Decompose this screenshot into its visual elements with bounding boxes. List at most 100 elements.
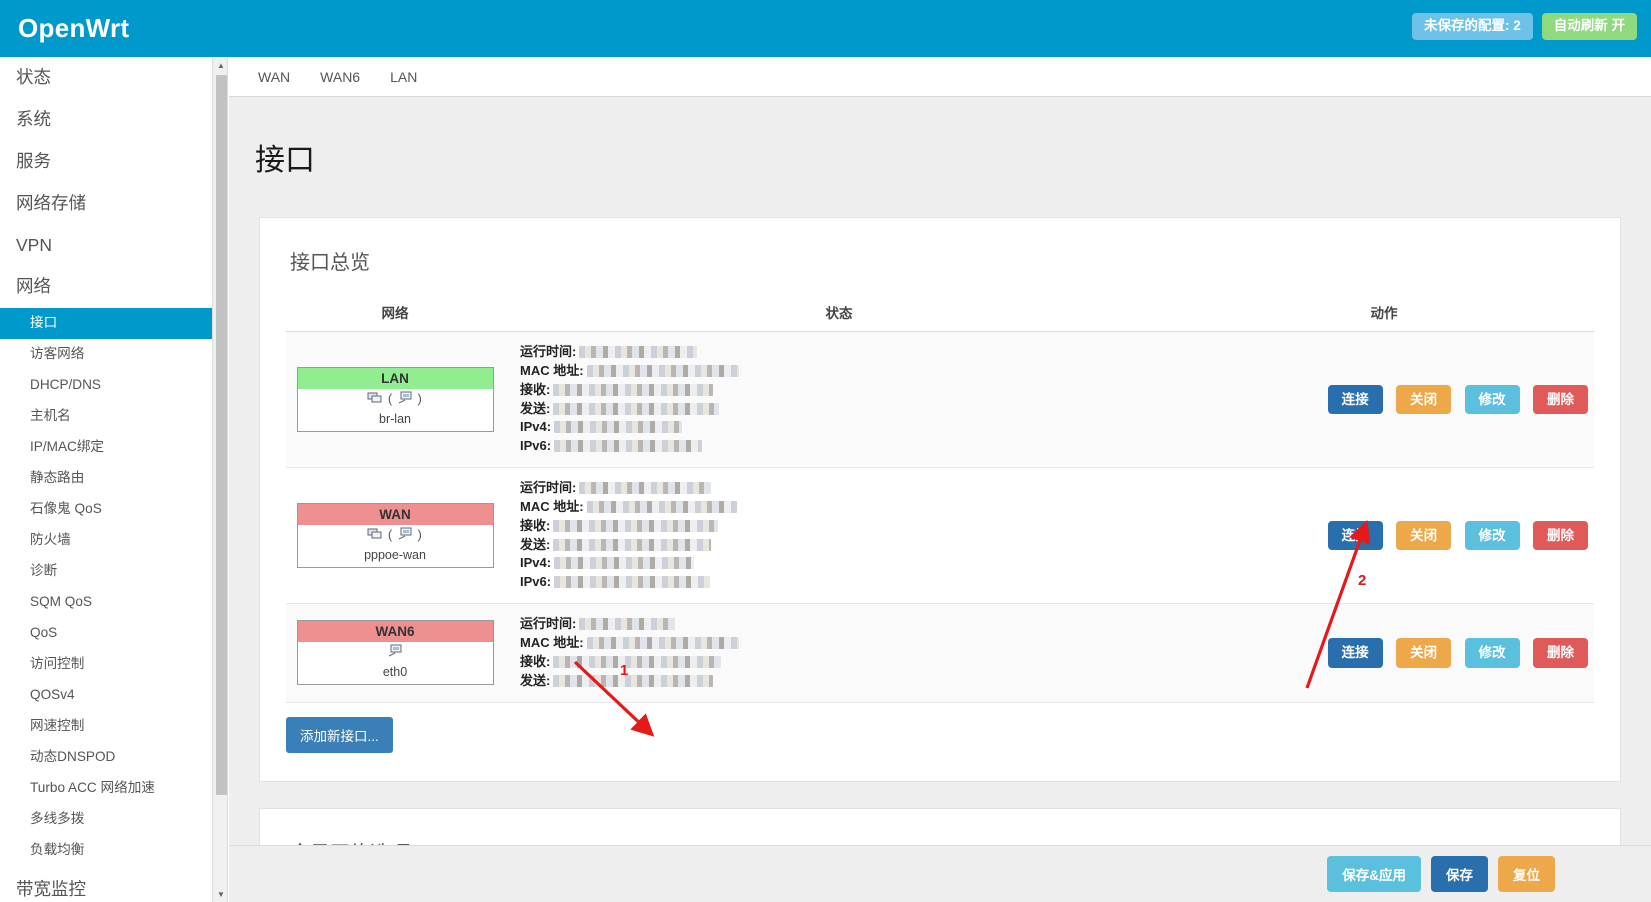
status-list-lan: 运行时间: MAC 地址: 接收: 发送: IPv4: IPv6: — [510, 343, 1168, 456]
sidebar-item-network[interactable]: 网络 — [0, 266, 212, 308]
status-cell-wan6: 运行时间: MAC 地址: 接收: 发送: — [504, 603, 1174, 703]
interface-name-lan: LAN — [297, 368, 493, 390]
add-interface-button[interactable]: 添加新接口... — [286, 716, 393, 753]
status-label-tx: 发送: — [520, 672, 551, 688]
save-and-apply-button[interactable]: 保存&应用 — [1327, 856, 1421, 892]
actions-cell-wan: 连接 关闭 修改 删除 — [1174, 467, 1594, 605]
tab-lan[interactable]: LAN — [377, 62, 430, 92]
status-label-ipv4: IPv4: — [520, 555, 552, 571]
redacted-value — [554, 576, 711, 589]
redacted-value — [553, 383, 714, 396]
page-scrollbar[interactable]: ▲ ▼ — [212, 57, 228, 902]
annotation-number-1: 1 — [620, 662, 629, 679]
sidebar-item-firewall[interactable]: 防火墙 — [0, 525, 212, 556]
redacted-value — [579, 482, 712, 495]
page-title: 接口 — [255, 144, 315, 177]
status-label-rx: 接收: — [520, 381, 551, 397]
brand-logo[interactable]: OpenWrt — [18, 13, 129, 44]
unsaved-changes-button[interactable]: 未保存的配置: 2 — [1411, 13, 1533, 40]
status-list-wan: 运行时间: MAC 地址: 接收: 发送: IPv4: IPv6: — [510, 479, 1168, 592]
sidebar-item-services[interactable]: 服务 — [0, 141, 212, 183]
interface-device-wan: pppoe-wan — [364, 548, 426, 563]
table-row: LAN () br-lan 运行时间: MAC 地址: 接收: 发送: IPv… — [286, 331, 1594, 469]
sidebar-item-dnspod[interactable]: 动态DNSPOD — [0, 742, 212, 773]
status-label-rx: 接收: — [520, 517, 551, 533]
interface-device-wan6: eth0 — [382, 665, 408, 680]
sidebar-item-turbo-acc[interactable]: Turbo ACC 网络加速 — [0, 773, 212, 804]
stop-button[interactable]: 关闭 — [1396, 638, 1452, 668]
tab-wan[interactable]: WAN — [245, 62, 303, 92]
sidebar-item-speed-control[interactable]: 网速控制 — [0, 711, 212, 742]
interface-box-lan: LAN () br-lan — [296, 367, 494, 433]
scroll-down-arrow[interactable]: ▼ — [213, 886, 229, 902]
status-cell-lan: 运行时间: MAC 地址: 接收: 发送: IPv4: IPv6: — [504, 331, 1174, 469]
delete-button[interactable]: 删除 — [1533, 638, 1588, 668]
status-list-wan6: 运行时间: MAC 地址: 接收: 发送: — [510, 615, 1168, 690]
sidebar-item-multiwan-dial[interactable]: 多线多拨 — [0, 804, 212, 835]
sidebar-item-bandwidth-monitor[interactable]: 带宽监控 — [0, 866, 212, 902]
ethernet-icon — [398, 527, 413, 544]
sidebar-item-dhcp-dns[interactable]: DHCP/DNS — [0, 370, 212, 401]
sidebar-item-qos[interactable]: QoS — [0, 618, 212, 649]
sidebar-item-vpn[interactable]: VPN — [0, 225, 212, 267]
sidebar-item-system[interactable]: 系统 — [0, 99, 212, 141]
sidebar-item-sqm-qos[interactable]: SQM QoS — [0, 587, 212, 618]
icon-separator-open: ( — [387, 527, 394, 543]
connect-button[interactable]: 连接 — [1327, 384, 1383, 415]
status-label-ipv4: IPv4: — [520, 419, 552, 435]
interface-overview-panel: 接口总览 网络 状态 动作 LAN () br-lan 运行时间: MAC 地… — [259, 217, 1621, 782]
redacted-value — [553, 402, 720, 415]
main-content: WAN WAN6 LAN 接口 接口总览 网络 状态 动作 LAN () br… — [229, 57, 1651, 902]
interface-box-wan: WAN () pppoe-wan — [296, 503, 494, 569]
sidebar-nav: 状态 系统 服务 网络存储 VPN 网络 接口 访客网络 DHCP/DNS 主机… — [0, 57, 212, 902]
redacted-value — [586, 500, 737, 513]
interface-device-lan: br-lan — [379, 412, 411, 427]
sidebar-item-diagnostics[interactable]: 诊断 — [0, 556, 212, 587]
sidebar-item-interfaces[interactable]: 接口 — [0, 308, 212, 340]
app-header: OpenWrt 未保存的配置: 2 自动刷新 开 — [0, 0, 1651, 57]
status-label-uptime: 运行时间: — [520, 616, 577, 632]
reset-button[interactable]: 复位 — [1498, 856, 1555, 892]
sidebar-item-status[interactable]: 状态 — [0, 57, 212, 99]
delete-button[interactable]: 删除 — [1533, 520, 1588, 551]
scroll-up-arrow[interactable]: ▲ — [213, 57, 229, 73]
sidebar-item-gargoyle-qos[interactable]: 石像鬼 QoS — [0, 494, 212, 525]
edit-button[interactable]: 修改 — [1464, 638, 1520, 668]
icon-separator-close: ) — [417, 391, 423, 407]
save-button[interactable]: 保存 — [1431, 856, 1488, 892]
connect-button[interactable]: 连接 — [1327, 638, 1383, 668]
annotation-number-2: 2 — [1358, 572, 1367, 589]
auto-refresh-toggle[interactable]: 自动刷新 开 — [1541, 13, 1637, 40]
delete-button[interactable]: 删除 — [1533, 384, 1588, 415]
edit-button[interactable]: 修改 — [1464, 384, 1520, 415]
sidebar-item-access-control[interactable]: 访问控制 — [0, 649, 212, 680]
stop-button[interactable]: 关闭 — [1396, 520, 1452, 551]
sidebar-item-load-balancing[interactable]: 负载均衡 — [0, 835, 212, 866]
edit-button[interactable]: 修改 — [1464, 520, 1520, 551]
status-label-uptime: 运行时间: — [520, 480, 577, 496]
sidebar-item-qosv4[interactable]: QOSv4 — [0, 680, 212, 711]
column-header-network: 网络 — [286, 293, 504, 332]
interface-name-wan: WAN — [297, 504, 493, 526]
sidebar-item-guest-network[interactable]: 访客网络 — [0, 339, 212, 370]
bridge-icon — [367, 391, 383, 408]
stop-button[interactable]: 关闭 — [1396, 384, 1452, 415]
status-label-rx: 接收: — [520, 653, 551, 669]
scrollbar-thumb[interactable] — [216, 75, 227, 795]
bridge-icon — [367, 527, 383, 544]
table-row: WAN6 eth0 运行时间: MAC 地址: 接收: 发送: 连接 关闭 修改… — [286, 603, 1594, 703]
tab-wan6[interactable]: WAN6 — [307, 62, 373, 92]
status-label-tx: 发送: — [520, 536, 551, 552]
sidebar-top-menu: 状态 系统 服务 网络存储 VPN 网络 — [0, 57, 212, 308]
sidebar-item-ip-mac-binding[interactable]: IP/MAC绑定 — [0, 432, 212, 463]
status-label-uptime: 运行时间: — [520, 344, 577, 359]
sidebar-item-hostnames[interactable]: 主机名 — [0, 401, 212, 432]
redacted-value — [579, 346, 698, 358]
sidebar-item-static-routes[interactable]: 静态路由 — [0, 463, 212, 494]
interface-cell-lan: LAN () br-lan — [286, 331, 504, 469]
ethernet-icon — [388, 644, 403, 661]
connect-button[interactable]: 连接 — [1327, 520, 1383, 551]
sidebar-item-storage[interactable]: 网络存储 — [0, 183, 212, 225]
interface-cell-wan6: WAN6 eth0 — [286, 603, 504, 703]
redacted-value — [553, 519, 719, 532]
